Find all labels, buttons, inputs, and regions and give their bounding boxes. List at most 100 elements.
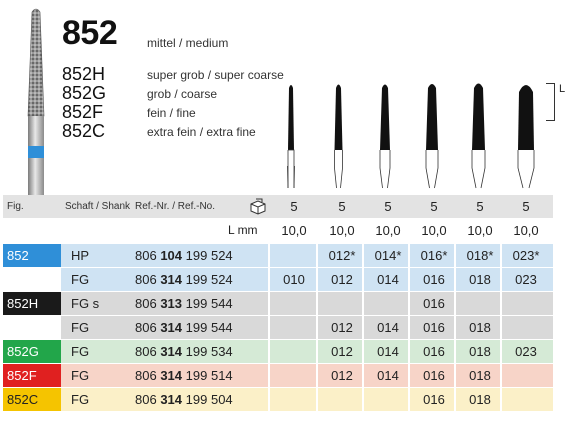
ref-shank-code: 104 — [160, 248, 183, 263]
size-cell: 010 — [283, 272, 305, 287]
column-separator — [268, 268, 270, 291]
ref-shank-code: 314 — [160, 368, 183, 383]
bur-illustration — [27, 8, 45, 196]
size-cell: 018* — [466, 248, 494, 263]
size-silhouettes — [287, 83, 535, 189]
silhouette-014 — [379, 84, 391, 189]
ref-number: 806 314 199 504 — [135, 388, 233, 411]
size-cell: 023* — [512, 248, 540, 263]
variant-code-852c: 852C — [62, 121, 106, 141]
table-length-row: L mm 10,0 10,0 10,0 10,0 10,0 10,0 — [3, 219, 553, 242]
silhouette-012 — [334, 84, 343, 189]
table-row: 852F FG 806 314 199 514 012 014 016 018 — [3, 364, 553, 387]
column-separator — [268, 316, 270, 339]
ref-prefix: 806 — [135, 368, 157, 383]
pack-qty: 5 — [290, 199, 298, 214]
size-cell: 012 — [331, 368, 353, 383]
variant-desc-852h: super grob / super coarse — [147, 68, 284, 82]
length-value: 10,0 — [329, 223, 355, 238]
pack-qty: 5 — [338, 199, 346, 214]
size-cell — [272, 340, 316, 363]
ref-prefix: 806 — [135, 272, 157, 287]
pack-qty: 5 — [384, 199, 392, 214]
ref-suffix: 199 544 — [185, 320, 233, 335]
table-row: 852G FG 806 314 199 534 012 014 016 018 023 — [3, 340, 553, 363]
ref-shank-code: 313 — [160, 296, 183, 311]
shank-type: FG — [71, 344, 90, 359]
ref-prefix: 806 — [135, 392, 157, 407]
column-separator — [268, 364, 270, 387]
length-value: 10,0 — [513, 223, 539, 238]
size-cell: 014 — [377, 368, 399, 383]
pack-qty: 5 — [430, 199, 438, 214]
size-cell — [272, 244, 316, 267]
ref-shank-code: 314 — [160, 344, 183, 359]
size-cell: 012 — [331, 272, 353, 287]
size-cell: 012 — [331, 320, 353, 335]
column-separator — [268, 340, 270, 363]
size-cell: 018 — [469, 320, 491, 335]
variant-desc-852g: grob / coarse — [147, 87, 218, 101]
length-value: 10,0 — [421, 223, 447, 238]
size-cell: 014 — [377, 320, 399, 335]
size-cell: 016 — [423, 272, 445, 287]
ref-number: 806 314 199 544 — [135, 316, 233, 339]
length-value: 10,0 — [375, 223, 401, 238]
ref-number: 806 314 199 534 — [135, 340, 233, 363]
silhouette-023 — [517, 85, 535, 189]
variant-code-852g: 852G — [62, 83, 107, 103]
shank-type: FG — [71, 368, 90, 383]
length-bracket — [546, 83, 555, 121]
column-separator — [316, 364, 318, 387]
ref-prefix: 806 — [135, 344, 157, 359]
column-separator — [268, 292, 270, 315]
table-row: 852C FG 806 314 199 504 016 018 — [3, 388, 553, 411]
shank-type: HP — [71, 248, 90, 263]
col-ref: Ref.-Nr. / Ref.-No. — [135, 201, 216, 212]
model-grit-description: mittel / medium — [147, 36, 229, 50]
column-separator — [316, 292, 318, 315]
column-separator — [268, 244, 270, 267]
shank-type: FG — [71, 272, 90, 287]
column-separator — [268, 388, 270, 411]
size-cell: 018 — [469, 368, 491, 383]
column-separator — [316, 388, 318, 411]
size-cell: 016 — [423, 320, 445, 335]
size-cell: 023 — [515, 272, 537, 287]
length-value: 10,0 — [281, 223, 307, 238]
fig-code-chip: 852 — [3, 244, 61, 267]
length-label: L — [559, 83, 566, 95]
column-separator — [316, 244, 318, 267]
ref-number: 806 313 199 544 — [135, 292, 233, 315]
length-mm-label: L mm — [228, 223, 258, 237]
ref-prefix: 806 — [135, 296, 157, 311]
pack-qty: 5 — [476, 199, 484, 214]
size-cell: 012 — [331, 344, 353, 359]
size-cell: 016 — [423, 344, 445, 359]
size-cell — [366, 292, 410, 315]
fig-blank — [3, 316, 61, 339]
length-value: 10,0 — [467, 223, 493, 238]
ref-number: 806 314 199 514 — [135, 364, 233, 387]
ref-number: 806 314 199 524 — [135, 268, 233, 291]
ref-shank-code: 314 — [160, 320, 183, 335]
size-cell: 014 — [377, 344, 399, 359]
ref-suffix: 199 504 — [185, 392, 233, 407]
size-cell: 016 — [423, 392, 445, 407]
size-cell — [272, 316, 316, 339]
size-cell — [504, 316, 548, 339]
column-separator — [316, 268, 318, 291]
package-icon — [250, 198, 266, 215]
fig-code-chip: 852H — [3, 292, 61, 315]
size-cell: 018 — [469, 272, 491, 287]
size-cell — [272, 292, 316, 315]
size-cell — [366, 388, 410, 411]
size-cell — [504, 364, 548, 387]
table-row: 852 HP 806 104 199 524 012* 014* 016* 018* 023* — [3, 244, 553, 267]
size-cell: 012* — [328, 248, 356, 263]
size-cell — [320, 292, 364, 315]
table-row: 852H FG s 806 313 199 544 016 — [3, 292, 553, 315]
col-fig: Fig. — [7, 201, 24, 212]
size-cell: 016* — [420, 248, 448, 263]
col-shank: Schaft / Shank — [65, 201, 131, 212]
